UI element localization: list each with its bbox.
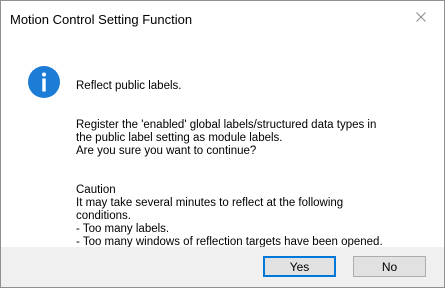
info-icon <box>28 66 60 98</box>
message-caution: Caution It may take several minutes to r… <box>76 184 383 248</box>
message-heading: Reflect public labels. <box>76 80 182 92</box>
message-dialog: Motion Control Setting Function Reflect … <box>0 0 445 288</box>
close-button[interactable] <box>398 1 444 33</box>
message-text: Reflect public labels. Register the 'ena… <box>76 67 436 275</box>
title-bar: Motion Control Setting Function <box>1 1 444 39</box>
button-bar: Yes No <box>1 247 444 287</box>
yes-button[interactable]: Yes <box>263 256 336 277</box>
close-icon <box>416 12 426 22</box>
window-title: Motion Control Setting Function <box>10 12 193 27</box>
dialog-content: Reflect public labels. Register the 'ena… <box>1 39 444 248</box>
message-confirmation: Register the 'enabled' global labels/str… <box>76 119 377 157</box>
no-button[interactable]: No <box>353 256 426 277</box>
